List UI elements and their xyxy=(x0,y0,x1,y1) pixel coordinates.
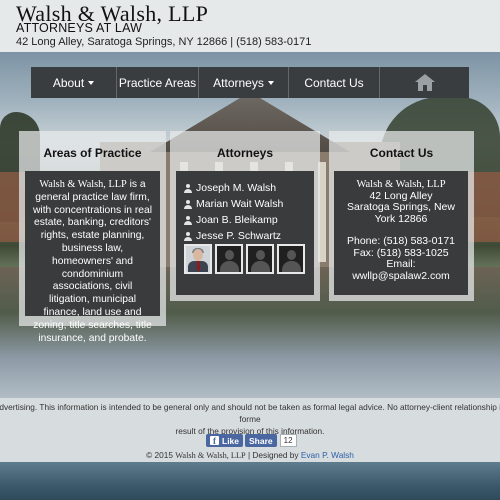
attorney-item[interactable]: Joan B. Bleikamp xyxy=(184,212,283,228)
attorney-thumbnails xyxy=(184,244,308,274)
copyright-prefix: © 2015 xyxy=(146,450,176,460)
main-nav: About Practice Areas Attorneys Contact U… xyxy=(31,67,469,98)
attorney-item[interactable]: Jesse P. Schwartz xyxy=(184,228,283,244)
areas-of-practice-title: Areas of Practice xyxy=(43,146,142,160)
attorney-silhouette-thumbnail[interactable] xyxy=(215,244,243,274)
attorney-photo-thumbnail[interactable] xyxy=(184,244,212,274)
user-icon xyxy=(184,231,192,241)
facebook-share-label: Share xyxy=(249,435,273,446)
contact-email-link[interactable]: wwllp@spalaw2.com xyxy=(338,270,464,283)
facebook-share-button[interactable]: Share xyxy=(245,434,277,447)
copyright-firm: Walsh & Walsh, LLP xyxy=(175,451,246,460)
attorney-name: Jesse P. Schwartz xyxy=(196,230,282,242)
attorney-item[interactable]: Marian Wait Walsh xyxy=(184,196,283,212)
home-icon xyxy=(414,74,435,91)
user-icon xyxy=(184,215,192,225)
attorney-item[interactable]: Joseph M. Walsh xyxy=(184,180,283,196)
nav-contact-us[interactable]: Contact Us xyxy=(289,67,380,98)
contact-box: Walsh & Walsh, LLP 42 Long Alley Saratog… xyxy=(334,171,468,295)
attorney-silhouette-thumbnail[interactable] xyxy=(246,244,274,274)
facebook-widget: f Like Share 12 xyxy=(206,434,297,447)
user-icon xyxy=(184,199,192,209)
attorney-name: Joseph M. Walsh xyxy=(196,182,277,194)
attorneys-title: Attorneys xyxy=(216,146,273,160)
areas-description: is a general practice law firm, with con… xyxy=(32,179,153,344)
contact-phone: Phone: (518) 583-0171 xyxy=(347,235,455,247)
attorney-list: Joseph M. Walsh Marian Wait Walsh Joan B… xyxy=(184,180,283,244)
nav-attorneys-label: Attorneys xyxy=(213,75,264,90)
caret-down-icon xyxy=(267,80,274,85)
facebook-like-button[interactable]: f Like xyxy=(206,434,244,447)
copyright-line: © 2015 Walsh & Walsh, LLP | Designed by … xyxy=(0,450,500,460)
areas-firm-name: Walsh & Walsh, LLP xyxy=(39,179,127,190)
disclaimer-line: advertising. This information is intende… xyxy=(0,402,500,424)
contact-us-title: Contact Us xyxy=(369,146,434,160)
nav-about-label: About xyxy=(52,75,85,90)
attorneys-panel: Attorneys Joseph M. Walsh Marian Wait Wa… xyxy=(170,131,320,301)
nav-contact-us-label: Contact Us xyxy=(304,75,364,90)
contact-email-label: Email: xyxy=(386,258,416,270)
nav-attorneys[interactable]: Attorneys xyxy=(199,67,289,98)
user-icon xyxy=(184,183,192,193)
copyright-designed-by: | Designed by xyxy=(245,450,301,460)
areas-of-practice-panel: Areas of Practice Walsh & Walsh, LLP is … xyxy=(19,131,166,344)
firm-address: 42 Long Alley, Saratoga Springs, NY 1286… xyxy=(16,36,312,48)
areas-of-practice-box: Walsh & Walsh, LLP is a general practice… xyxy=(25,171,160,344)
facebook-like-label: Like xyxy=(222,435,240,446)
legal-disclaimer: advertising. This information is intende… xyxy=(0,401,500,437)
attorney-name: Marian Wait Walsh xyxy=(196,198,284,210)
designer-link[interactable]: Evan P. Walsh xyxy=(301,450,354,460)
contact-us-panel: Contact Us Walsh & Walsh, LLP 42 Long Al… xyxy=(329,131,474,301)
attorney-name: Joan B. Bleikamp xyxy=(196,214,278,226)
facebook-icon: f xyxy=(210,436,219,446)
contact-city: Saratoga Springs, New York 12866 xyxy=(347,201,455,225)
caret-down-icon xyxy=(88,80,95,85)
bottom-background-strip xyxy=(0,462,500,500)
attorneys-box: Joseph M. Walsh Marian Wait Walsh Joan B… xyxy=(176,171,314,295)
attorney-silhouette-thumbnail[interactable] xyxy=(277,244,305,274)
nav-practice-areas-label: Practice Areas xyxy=(118,75,197,90)
firm-subtitle: ATTORNEYS AT LAW xyxy=(16,21,143,35)
contact-details: Walsh & Walsh, LLP 42 Long Alley Saratog… xyxy=(338,179,464,282)
facebook-like-count: 12 xyxy=(279,434,297,447)
areas-of-practice-text: Walsh & Walsh, LLP is a general practice… xyxy=(31,179,154,345)
contact-firm-name: Walsh & Walsh, LLP xyxy=(356,179,446,190)
nav-home[interactable] xyxy=(380,67,469,98)
nav-practice-areas[interactable]: Practice Areas xyxy=(117,67,199,98)
nav-about[interactable]: About xyxy=(31,67,117,98)
site-header: Walsh & Walsh, LLP ATTORNEYS AT LAW 42 L… xyxy=(0,0,500,52)
